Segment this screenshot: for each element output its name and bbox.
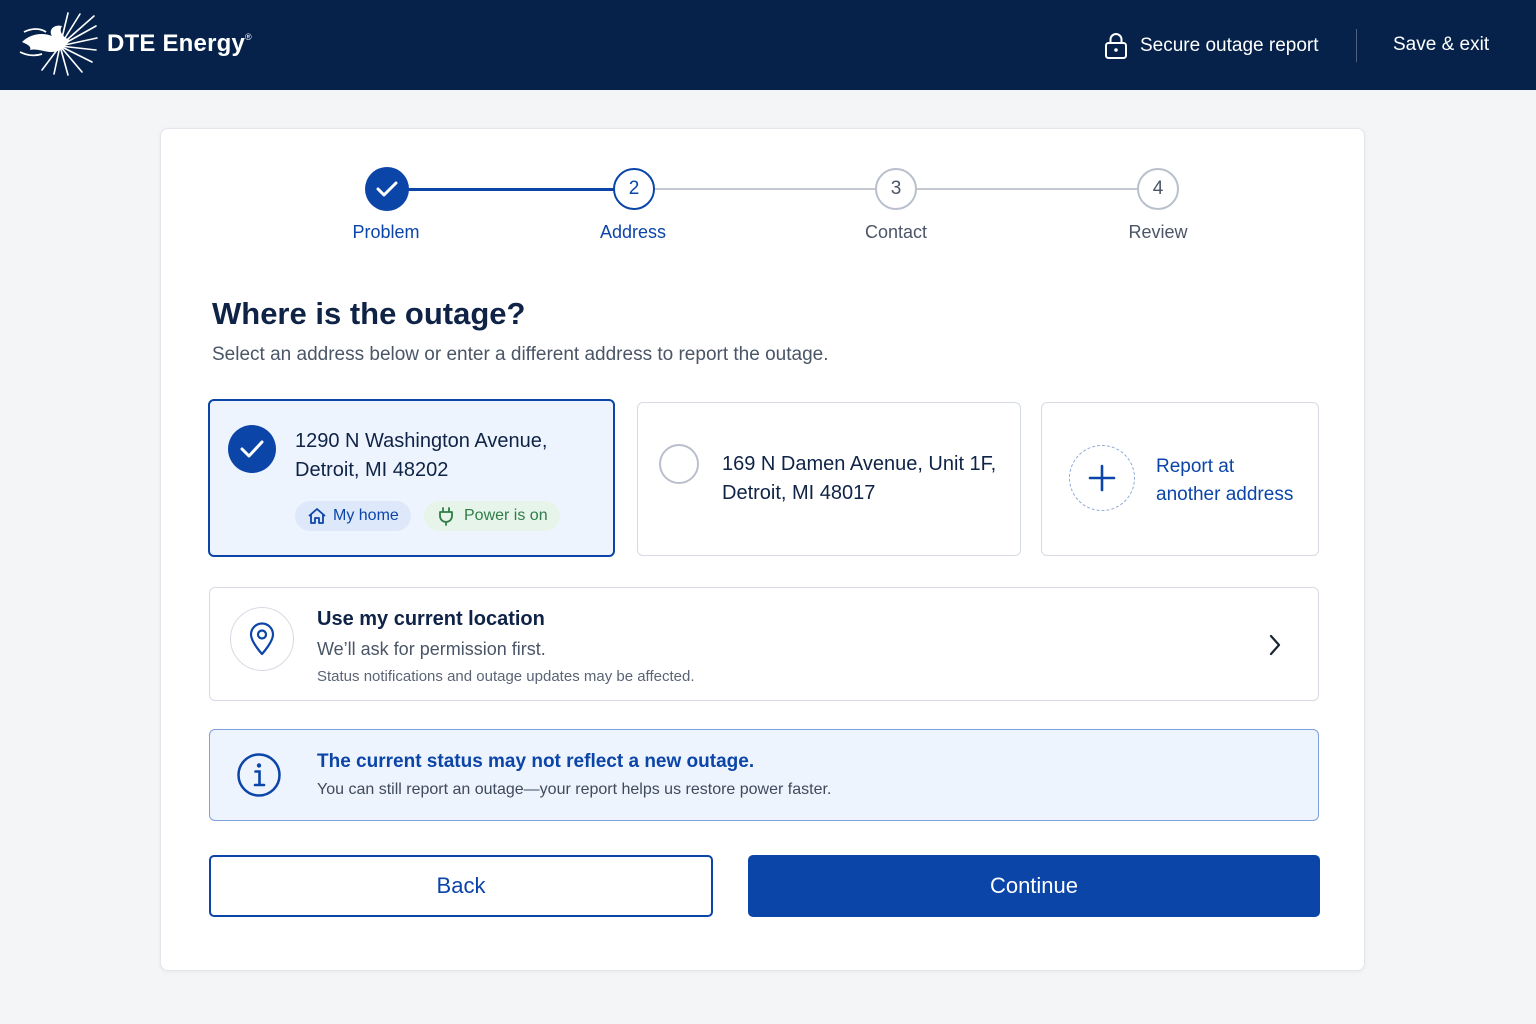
lock-icon [1105,33,1127,59]
info-icon [237,753,281,797]
step-2-label: Address [599,222,667,242]
back-button[interactable]: Back [209,855,713,917]
location-subtitle: We’ll ask for permission first. [317,639,546,659]
info-body: You can still report an outage—your repo… [317,781,832,798]
chevron-right-icon [1269,634,1281,656]
header-divider [1356,29,1357,62]
step-1-label[interactable]: Problem [306,222,466,243]
stepper-line-upcoming [917,188,1139,190]
status-info-banner: The current status may not reflect a new… [209,729,1319,821]
address-1-text: 1290 N Washington Avenue, Detroit, MI 48… [295,427,547,485]
address-1-line2: Detroit, MI 48202 [295,459,449,481]
power-status-label: Power is on [464,507,548,524]
home-icon [308,508,326,524]
location-icon-wrap [230,607,294,671]
report-another-label: Report at another address [1156,453,1293,509]
plug-icon [439,507,453,526]
page-subtitle: Select an address below or enter a diffe… [212,344,829,365]
use-current-location-option[interactable]: Use my current location We’ll ask for pe… [209,587,1319,701]
power-status-badge: Power is on [424,501,560,531]
stepper-line-complete [408,188,614,191]
report-another-line2: another address [1156,484,1294,505]
address-2-radio[interactable] [659,444,699,484]
step-3-label: Contact [864,222,928,242]
step-1-circle[interactable] [365,167,409,211]
secure-report-indicator: Secure outage report [1104,30,1319,62]
report-another-address-option[interactable]: Report at another address [1041,402,1319,556]
step-3-number: 3 [890,178,902,199]
add-address-icon [1069,445,1135,511]
address-2-line1: 169 N Damen Avenue, Unit 1F, [722,453,997,475]
my-home-label: My home [333,507,399,524]
step-2-circle[interactable]: 2 [613,168,655,210]
address-option-1[interactable]: 1290 N Washington Avenue, Detroit, MI 48… [208,399,615,557]
location-note: Status notifications and outage updates … [317,668,695,685]
brand-name: DTE Energy® [107,30,252,57]
my-home-badge: My home [295,501,411,531]
location-pin-icon [249,622,275,656]
info-title: The current status may not reflect a new… [317,751,755,772]
step-4-number: 4 [1152,178,1164,199]
continue-button[interactable]: Continue [748,855,1320,917]
save-exit-button[interactable]: Save & exit [1393,34,1489,56]
step-4-circle: 4 [1137,168,1179,210]
stepper-line-upcoming [655,188,875,190]
address-2-line2: Detroit, MI 48017 [722,482,876,504]
top-header: DTE Energy® Secure outage report Save & … [0,0,1536,90]
address-2-text: 169 N Damen Avenue, Unit 1F, Detroit, MI… [722,450,996,508]
selected-check-icon [228,425,276,473]
location-title: Use my current location [317,608,545,630]
step-4-label: Review [1128,222,1188,242]
dte-logo-icon [19,12,98,76]
step-2-number: 2 [628,178,640,199]
address-1-line1: 1290 N Washington Avenue, [295,430,548,452]
report-another-line1: Report at [1156,456,1235,477]
address-option-2[interactable]: 169 N Damen Avenue, Unit 1F, Detroit, MI… [637,402,1021,556]
check-icon [376,181,398,197]
page-title: Where is the outage? [212,296,526,331]
secure-report-label: Secure outage report [1140,35,1319,56]
step-3-circle: 3 [875,168,917,210]
